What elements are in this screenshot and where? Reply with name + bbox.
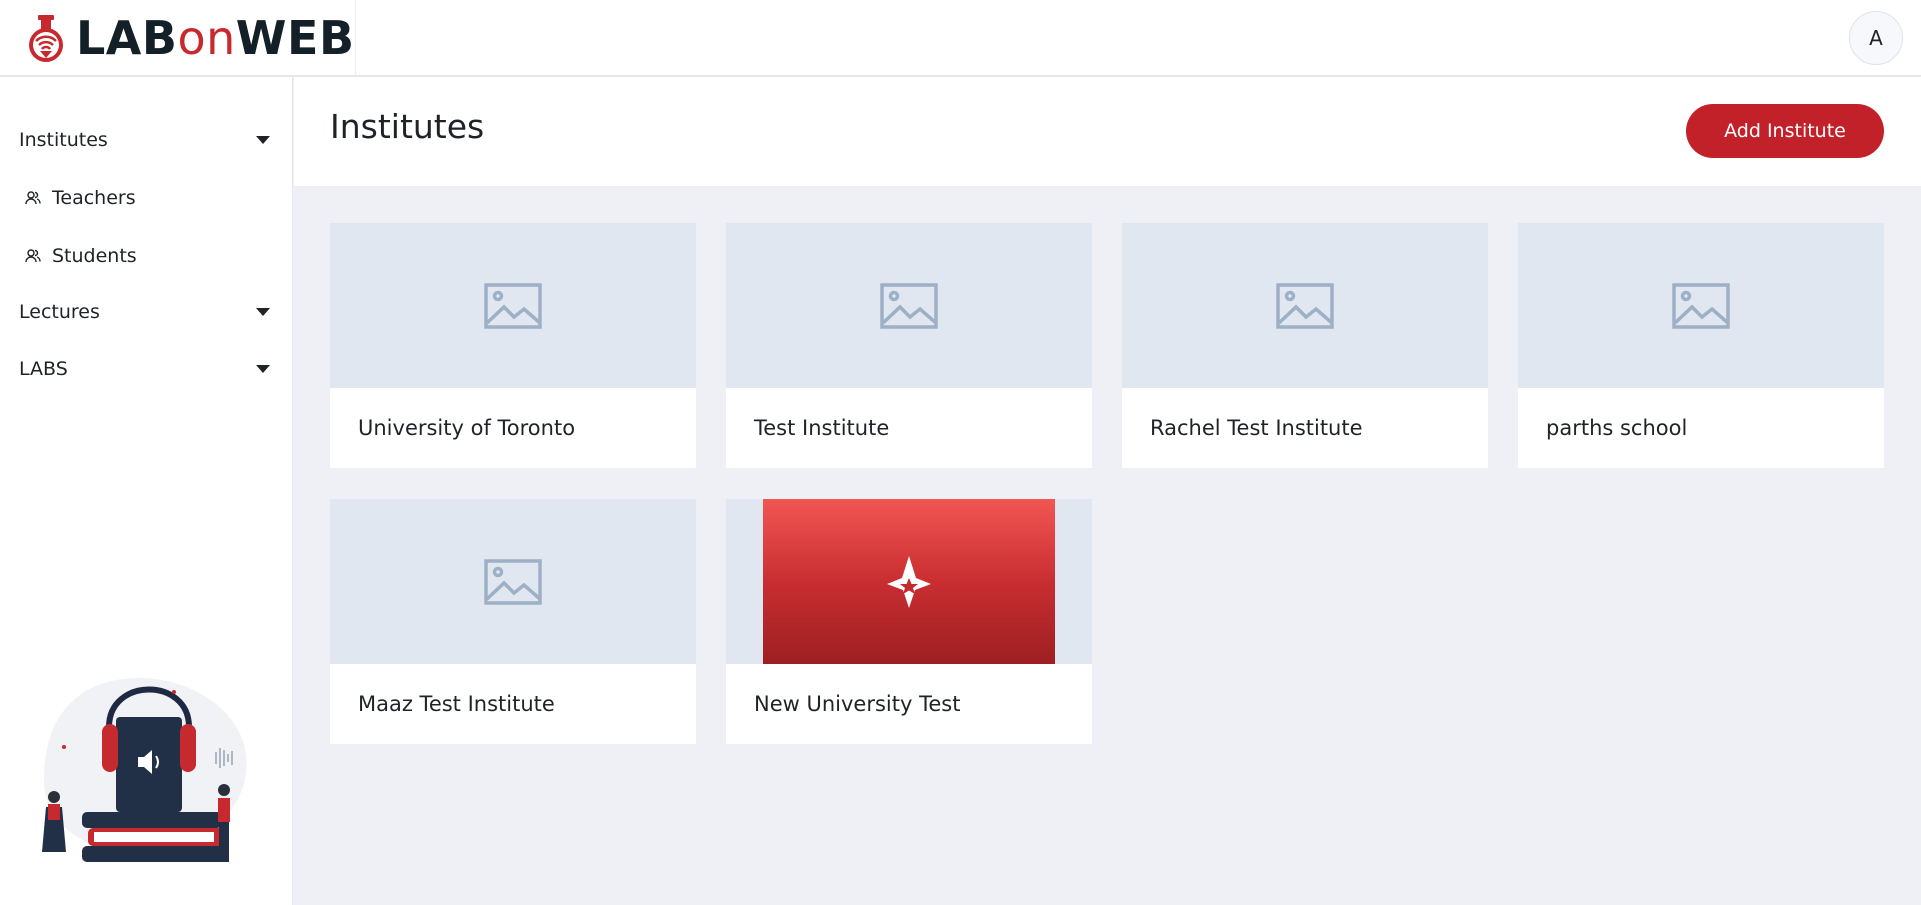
sidebar-item-lectures[interactable]: Lectures <box>19 301 270 323</box>
users-icon <box>25 191 41 205</box>
sidebar-item-labs[interactable]: LABS <box>19 358 270 380</box>
add-institute-button[interactable]: Add Institute <box>1686 104 1884 158</box>
card-thumbnail <box>330 223 696 388</box>
card-title: Maaz Test Institute <box>358 692 555 716</box>
card-thumbnail <box>1518 223 1884 388</box>
card-title: Rachel Test Institute <box>1150 416 1363 440</box>
card-title: New University Test <box>754 692 961 716</box>
sidebar-item-teachers[interactable]: Teachers <box>24 187 136 209</box>
placeholder-image-icon <box>1276 282 1334 329</box>
institute-card[interactable]: Test Institute <box>726 223 1092 468</box>
card-thumbnail <box>726 223 1092 388</box>
placeholder-image-icon <box>484 282 542 329</box>
institute-card[interactable]: Maaz Test Institute <box>330 499 696 744</box>
placeholder-image-icon <box>880 282 938 329</box>
caret-down-icon <box>256 308 270 316</box>
sidebar-item-label: Students <box>52 245 137 267</box>
sidebar-item-students[interactable]: Students <box>24 245 137 267</box>
sidebar-item-label: Teachers <box>52 187 136 209</box>
card-title: Test Institute <box>754 416 890 440</box>
top-header: LABonWEB A <box>0 0 1921 76</box>
card-thumbnail <box>726 499 1092 664</box>
card-title: parths school <box>1546 416 1688 440</box>
placeholder-image-icon <box>1672 282 1730 329</box>
institute-card[interactable]: New University Test <box>726 499 1092 744</box>
card-title: University of Toronto <box>358 416 576 440</box>
institute-card[interactable]: Rachel Test Institute <box>1122 223 1488 468</box>
logo-wordmark: LABonWEB <box>76 10 355 65</box>
card-thumbnail <box>330 499 696 664</box>
sidebar-item-label: Lectures <box>19 301 100 323</box>
sidebar-item-label: LABS <box>19 358 68 380</box>
placeholder-image-icon <box>484 558 542 605</box>
caret-down-icon <box>256 365 270 373</box>
sidebar: Institutes Teachers Students Lectures LA… <box>0 77 293 905</box>
caret-down-icon <box>256 136 270 144</box>
flask-logo-icon <box>29 14 63 62</box>
star-logo-icon <box>887 555 931 608</box>
institute-logo-image <box>763 499 1055 664</box>
page-title: Institutes <box>330 107 485 146</box>
sidebar-item-institutes[interactable]: Institutes <box>19 129 270 151</box>
users-icon <box>25 249 41 263</box>
user-avatar[interactable]: A <box>1849 11 1903 65</box>
card-thumbnail <box>1122 223 1488 388</box>
institute-card[interactable]: parths school <box>1518 223 1884 468</box>
institute-card[interactable]: University of Toronto <box>330 223 696 468</box>
audiobook-illustration <box>42 677 247 862</box>
app-logo[interactable]: LABonWEB <box>0 0 356 75</box>
page-header: Institutes Add Institute <box>294 77 1921 186</box>
sidebar-item-label: Institutes <box>19 129 108 151</box>
